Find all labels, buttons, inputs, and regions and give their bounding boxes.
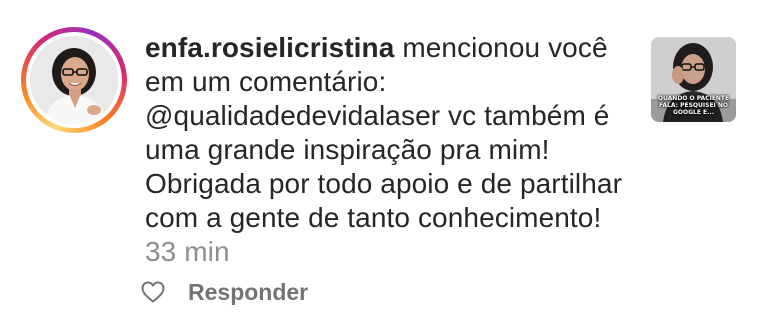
notification-actions: Responder <box>140 277 308 307</box>
timestamp: 33 min <box>145 236 230 267</box>
avatar-photo <box>30 36 118 124</box>
comment-text: @qualidadedevidalaser vc também é uma gr… <box>145 100 623 233</box>
reply-button[interactable]: Responder <box>188 279 308 306</box>
story-ring[interactable] <box>21 27 127 133</box>
avatar-gap <box>26 32 122 128</box>
notification-text[interactable]: enfa.rosielicristina mencionou você em u… <box>145 31 635 269</box>
thumbnail-caption: QUANDO O PACIENTE FALA: PESQUISEI NO GOO… <box>657 95 730 116</box>
mention-notification[interactable]: enfa.rosielicristina mencionou você em u… <box>0 0 768 323</box>
heart-icon-glyph <box>141 281 165 303</box>
username-link[interactable]: enfa.rosielicristina <box>145 32 394 63</box>
heart-outline-icon[interactable] <box>140 279 166 305</box>
avatar[interactable] <box>30 36 118 124</box>
post-thumbnail[interactable]: QUANDO O PACIENTE FALA: PESQUISEI NO GOO… <box>651 37 736 122</box>
